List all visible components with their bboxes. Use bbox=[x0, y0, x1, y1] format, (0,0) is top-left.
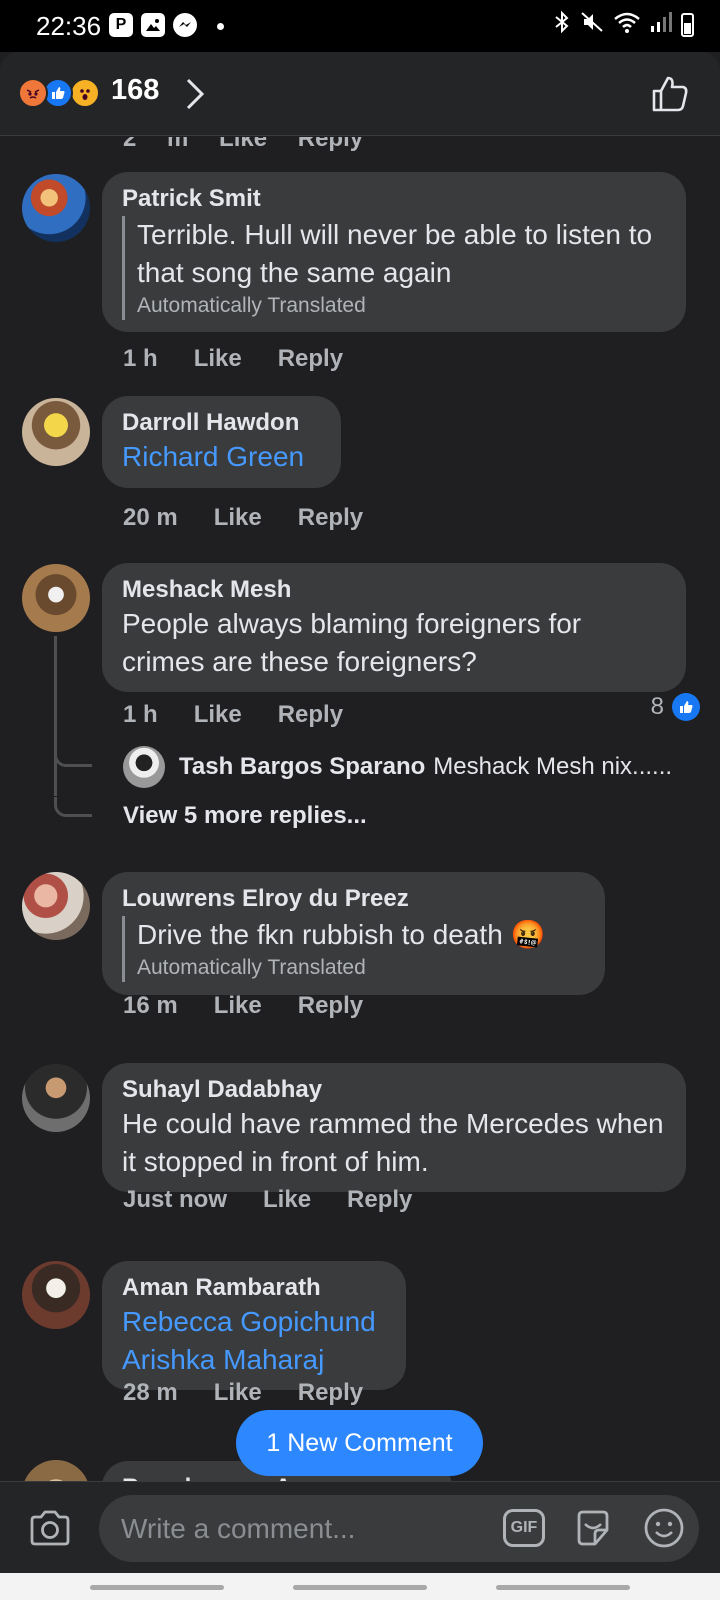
angry-emoji: 🤬 bbox=[510, 919, 546, 950]
reply-button[interactable]: Reply bbox=[298, 1379, 363, 1407]
comment-like-count[interactable]: 8 bbox=[651, 693, 700, 721]
notification-dot bbox=[217, 23, 224, 30]
system-nav-bar bbox=[0, 1573, 720, 1600]
auto-translated-label[interactable]: Automatically Translated bbox=[137, 954, 585, 982]
comment-author[interactable]: Patrick Smit bbox=[122, 184, 666, 214]
comment-bubble[interactable]: Meshack Mesh People always blaming forei… bbox=[102, 563, 686, 692]
comment-actions: 16 m Like Reply bbox=[123, 992, 363, 1020]
comment-time: 1 h bbox=[123, 701, 158, 728]
camera-icon[interactable] bbox=[28, 1506, 72, 1550]
angry-reaction-icon bbox=[18, 78, 48, 108]
reply-button[interactable]: Reply bbox=[298, 504, 363, 532]
comment-text: He could have rammed the Mercedes when i… bbox=[122, 1108, 664, 1177]
reply-button[interactable]: Reply bbox=[278, 345, 343, 373]
parking-app-icon: P bbox=[109, 13, 133, 37]
reply-button[interactable]: Reply bbox=[347, 1186, 412, 1214]
like-button[interactable]: Like bbox=[214, 992, 262, 1020]
like-button[interactable]: Like bbox=[194, 701, 242, 729]
comment-bubble[interactable]: Darroll Hawdon Richard Green bbox=[102, 396, 341, 488]
emoji-icon[interactable] bbox=[643, 1507, 685, 1549]
comment-bubble[interactable]: Suhayl Dadabhay He could have rammed the… bbox=[102, 1063, 686, 1192]
comment-actions: 1 h Like Reply bbox=[123, 701, 343, 729]
translated-block: Drive the fkn rubbish to death 🤬 Automat… bbox=[122, 916, 585, 982]
reaction-count[interactable]: 168 bbox=[111, 74, 159, 107]
reply-button[interactable]: Reply bbox=[298, 992, 363, 1020]
comment-time: 1 h bbox=[123, 345, 158, 372]
status-icons bbox=[553, 10, 694, 40]
comment-author[interactable]: Louwrens Elroy du Preez bbox=[122, 884, 585, 914]
gallery-icon bbox=[141, 13, 165, 37]
new-comment-button[interactable]: 1 New Comment bbox=[236, 1410, 483, 1476]
comments-feed[interactable]: 2 m Like Reply Patrick Smit Terrible. Hu… bbox=[0, 137, 720, 1481]
wow-reaction-icon bbox=[70, 78, 100, 108]
like-button[interactable]: Like bbox=[194, 345, 242, 373]
comment-time: 20 m bbox=[123, 504, 178, 531]
reactions-header: 168 bbox=[0, 52, 720, 136]
comment-time: 16 m bbox=[123, 992, 178, 1019]
tagged-user-link[interactable]: Rebecca Gopichund bbox=[122, 1303, 386, 1341]
sticker-icon[interactable] bbox=[573, 1508, 613, 1548]
tagged-user-link[interactable]: Richard Green bbox=[122, 438, 321, 476]
comment-time: Just now bbox=[123, 1186, 228, 1213]
chevron-right-icon[interactable] bbox=[180, 76, 210, 112]
like-badge-icon bbox=[672, 693, 700, 721]
messenger-icon bbox=[173, 13, 197, 37]
comment-actions: 28 m Like Reply bbox=[123, 1379, 363, 1407]
like-button[interactable]: Like bbox=[214, 1379, 262, 1407]
translated-block: Terrible. Hull will never be able to lis… bbox=[122, 216, 666, 320]
nav-home-button[interactable] bbox=[293, 1585, 427, 1590]
avatar[interactable] bbox=[22, 872, 90, 940]
comment-bubble[interactable]: Patrick Smit Terrible. Hull will never b… bbox=[102, 172, 686, 332]
gif-button[interactable]: GIF bbox=[503, 1509, 545, 1547]
comment-bubble[interactable]: Louwrens Elroy du Preez Drive the fkn ru… bbox=[102, 872, 605, 995]
like-button[interactable]: Like bbox=[263, 1186, 311, 1214]
nav-back-button[interactable] bbox=[496, 1585, 630, 1590]
reply-text: Meshack Mesh nix...... bbox=[433, 753, 673, 780]
comment-author[interactable]: Meshack Mesh bbox=[122, 575, 666, 605]
avatar[interactable] bbox=[22, 1460, 90, 1481]
status-time: 22:36 bbox=[36, 11, 102, 41]
thread-branch bbox=[54, 747, 92, 767]
comment-actions: Just now Like Reply bbox=[123, 1186, 412, 1214]
comment-text: Drive the fkn rubbish to death 🤬 bbox=[137, 919, 546, 950]
comment-time: 28 m bbox=[123, 1379, 178, 1406]
comment-input-placeholder: Write a comment... bbox=[121, 1513, 356, 1544]
mute-icon bbox=[580, 10, 604, 40]
avatar[interactable] bbox=[22, 1064, 90, 1132]
partial-comment-meta: 2 m Like Reply bbox=[123, 137, 364, 152]
thread-line bbox=[54, 636, 57, 796]
comment-actions: 20 m Like Reply bbox=[123, 504, 363, 532]
comment-actions: 1 h Like Reply bbox=[123, 345, 343, 373]
avatar[interactable] bbox=[22, 1261, 90, 1329]
reply-avatar[interactable] bbox=[123, 746, 165, 788]
reply-button[interactable]: Reply bbox=[278, 701, 343, 729]
tagged-user-link[interactable]: Arishka Maharaj bbox=[122, 1341, 386, 1379]
like-outline-icon[interactable] bbox=[650, 74, 690, 114]
comment-text: Terrible. Hull will never be able to lis… bbox=[137, 219, 653, 288]
avatar[interactable] bbox=[22, 564, 90, 632]
like-button[interactable]: Like bbox=[214, 504, 262, 532]
comment-text: People always blaming foreigners for cri… bbox=[122, 608, 582, 677]
nav-recents-button[interactable] bbox=[90, 1585, 224, 1590]
thread-branch bbox=[54, 797, 92, 817]
view-more-replies-link[interactable]: View 5 more replies... bbox=[123, 802, 367, 830]
comment-input[interactable]: Write a comment... GIF bbox=[99, 1495, 699, 1562]
comment-bubble[interactable]: Aman Rambarath Rebecca Gopichund Arishka… bbox=[102, 1261, 406, 1390]
comment-composer: Write a comment... GIF bbox=[0, 1481, 720, 1573]
comment-author[interactable]: Aman Rambarath bbox=[122, 1273, 386, 1303]
battery-icon bbox=[681, 13, 694, 37]
reply-preview[interactable]: Tash Bargos Sparano Meshack Mesh nix....… bbox=[123, 746, 672, 788]
reply-author[interactable]: Tash Bargos Sparano bbox=[179, 753, 425, 781]
comment-author[interactable]: Darroll Hawdon bbox=[122, 408, 321, 438]
bluetooth-icon bbox=[553, 10, 571, 40]
signal-icon bbox=[650, 10, 672, 40]
comment-author[interactable]: Suhayl Dadabhay bbox=[122, 1075, 666, 1105]
wifi-icon bbox=[613, 10, 641, 40]
avatar[interactable] bbox=[22, 174, 90, 242]
avatar[interactable] bbox=[22, 398, 90, 466]
auto-translated-label[interactable]: Automatically Translated bbox=[137, 292, 666, 320]
status-bar: 22:36 P bbox=[0, 0, 720, 52]
